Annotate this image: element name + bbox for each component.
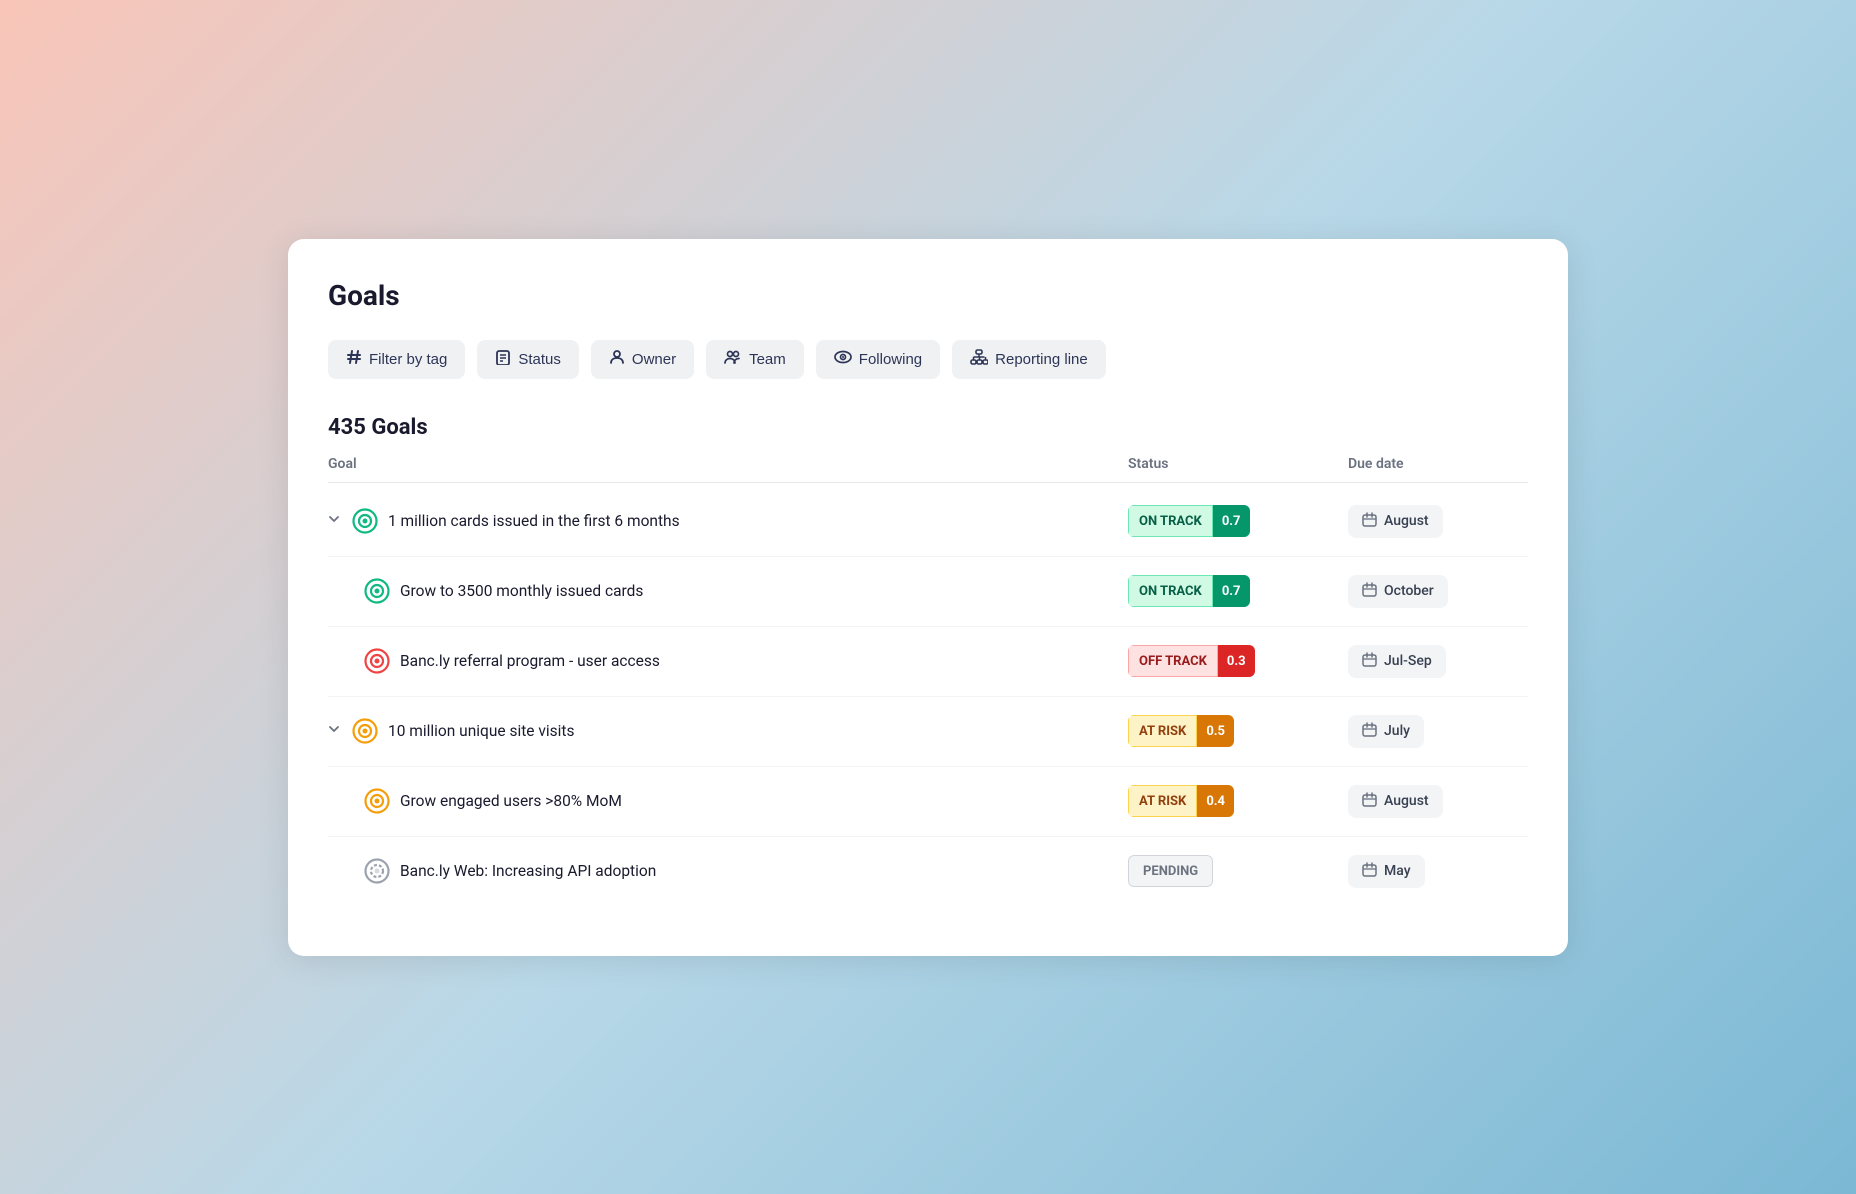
filter-team-label: Team [749, 351, 786, 368]
due-date-cell-goal-5: August [1348, 785, 1528, 818]
goal-name-goal-5[interactable]: Grow engaged users >80% MoM [400, 792, 622, 810]
filter-filter-by-tag-label: Filter by tag [369, 351, 447, 368]
due-date-badge: August [1348, 785, 1443, 818]
goal-icon-on-track [352, 508, 378, 534]
goal-name-goal-4[interactable]: 10 million unique site visits [388, 722, 575, 740]
goal-name-cell-goal-4: 10 million unique site visits [328, 718, 1128, 744]
status-cell-goal-6: PENDING [1128, 855, 1348, 887]
table-row: 1 million cards issued in the first 6 mo… [328, 487, 1528, 557]
reporting-icon [970, 349, 988, 370]
col-status-header: Status [1128, 456, 1348, 472]
filter-reporting-line-label: Reporting line [995, 351, 1088, 368]
due-date-label: May [1384, 863, 1411, 879]
status-icon [495, 349, 511, 370]
filter-following-label: Following [859, 351, 922, 368]
goal-name-goal-1[interactable]: 1 million cards issued in the first 6 mo… [388, 512, 680, 530]
status-label: ON TRACK [1128, 505, 1213, 537]
table-row: Grow engaged users >80% MoM AT RISK0.4 Aug… [328, 767, 1528, 837]
filter-reporting-line[interactable]: Reporting line [952, 340, 1106, 379]
status-label: OFF TRACK [1128, 645, 1218, 677]
filter-bar: Filter by tag Status Owner Team Following Rep… [328, 340, 1528, 379]
calendar-icon [1362, 722, 1377, 741]
filter-owner[interactable]: Owner [591, 340, 694, 379]
goal-name-goal-3[interactable]: Banc.ly referral program - user access [400, 652, 660, 670]
due-date-cell-goal-1: August [1348, 505, 1528, 538]
due-date-cell-goal-4: July [1348, 715, 1528, 748]
status-cell-goal-3: OFF TRACK0.3 [1128, 645, 1348, 677]
due-date-badge: Jul-Sep [1348, 645, 1446, 678]
status-cell-goal-2: ON TRACK0.7 [1128, 575, 1348, 607]
due-date-label: August [1384, 513, 1429, 529]
goal-icon-off-track [364, 648, 390, 674]
status-badge: PENDING [1128, 855, 1213, 887]
page-title: Goals [328, 279, 1528, 312]
col-goal-header: Goal [328, 456, 1128, 472]
due-date-badge: July [1348, 715, 1424, 748]
status-score: 0.3 [1218, 645, 1255, 677]
goal-name-cell-goal-6: Banc.ly Web: Increasing API adoption [328, 858, 1128, 884]
filter-team[interactable]: Team [706, 340, 804, 379]
status-label: AT RISK [1128, 715, 1197, 747]
goal-icon-pending [364, 858, 390, 884]
goal-name-cell-goal-2: Grow to 3500 monthly issued cards [328, 578, 1128, 604]
due-date-badge: August [1348, 505, 1443, 538]
team-icon [724, 349, 742, 370]
status-score: 0.4 [1197, 785, 1234, 817]
hash-icon [346, 349, 362, 370]
goal-icon-on-track [364, 578, 390, 604]
table-header: Goal Status Due date [328, 456, 1528, 483]
eye-icon [834, 350, 852, 369]
goal-icon-at-risk [352, 718, 378, 744]
chevron-down-icon[interactable] [328, 513, 340, 529]
due-date-label: October [1384, 583, 1434, 599]
goal-name-goal-2[interactable]: Grow to 3500 monthly issued cards [400, 582, 643, 600]
calendar-icon [1362, 652, 1377, 671]
status-score: 0.5 [1197, 715, 1234, 747]
table-row: Banc.ly Web: Increasing API adoption PEND… [328, 837, 1528, 906]
status-score: 0.7 [1213, 575, 1250, 607]
due-date-cell-goal-6: May [1348, 855, 1528, 888]
calendar-icon [1362, 862, 1377, 881]
due-date-cell-goal-3: Jul-Sep [1348, 645, 1528, 678]
goal-name-cell-goal-1: 1 million cards issued in the first 6 mo… [328, 508, 1128, 534]
goal-name-goal-6[interactable]: Banc.ly Web: Increasing API adoption [400, 862, 656, 880]
status-cell-goal-5: AT RISK0.4 [1128, 785, 1348, 817]
status-cell-goal-4: AT RISK0.5 [1128, 715, 1348, 747]
goal-icon-at-risk [364, 788, 390, 814]
due-date-cell-goal-2: October [1348, 575, 1528, 608]
filter-status[interactable]: Status [477, 340, 579, 379]
goals-list: 1 million cards issued in the first 6 mo… [328, 487, 1528, 906]
due-date-label: August [1384, 793, 1429, 809]
goals-count: 435 Goals [328, 415, 1528, 440]
status-score: 0.7 [1213, 505, 1250, 537]
person-icon [609, 349, 625, 370]
due-date-label: Jul-Sep [1384, 653, 1432, 669]
due-date-badge: October [1348, 575, 1448, 608]
calendar-icon [1362, 512, 1377, 531]
table-row: Banc.ly referral program - user access OF… [328, 627, 1528, 697]
table-row: Grow to 3500 monthly issued cards ON TRAC… [328, 557, 1528, 627]
calendar-icon [1362, 792, 1377, 811]
goal-name-cell-goal-5: Grow engaged users >80% MoM [328, 788, 1128, 814]
filter-filter-by-tag[interactable]: Filter by tag [328, 340, 465, 379]
calendar-icon [1362, 582, 1377, 601]
status-label: ON TRACK [1128, 575, 1213, 607]
status-label: AT RISK [1128, 785, 1197, 817]
filter-owner-label: Owner [632, 351, 676, 368]
filter-following[interactable]: Following [816, 340, 940, 379]
goals-card: Goals Filter by tag Status Owner Team Follow… [288, 239, 1568, 956]
table-row: 10 million unique site visits AT RISK0.5 J… [328, 697, 1528, 767]
col-due-date-header: Due date [1348, 456, 1528, 472]
filter-status-label: Status [518, 351, 561, 368]
due-date-label: July [1384, 723, 1410, 739]
status-cell-goal-1: ON TRACK0.7 [1128, 505, 1348, 537]
goal-name-cell-goal-3: Banc.ly referral program - user access [328, 648, 1128, 674]
due-date-badge: May [1348, 855, 1425, 888]
chevron-down-icon[interactable] [328, 723, 340, 739]
